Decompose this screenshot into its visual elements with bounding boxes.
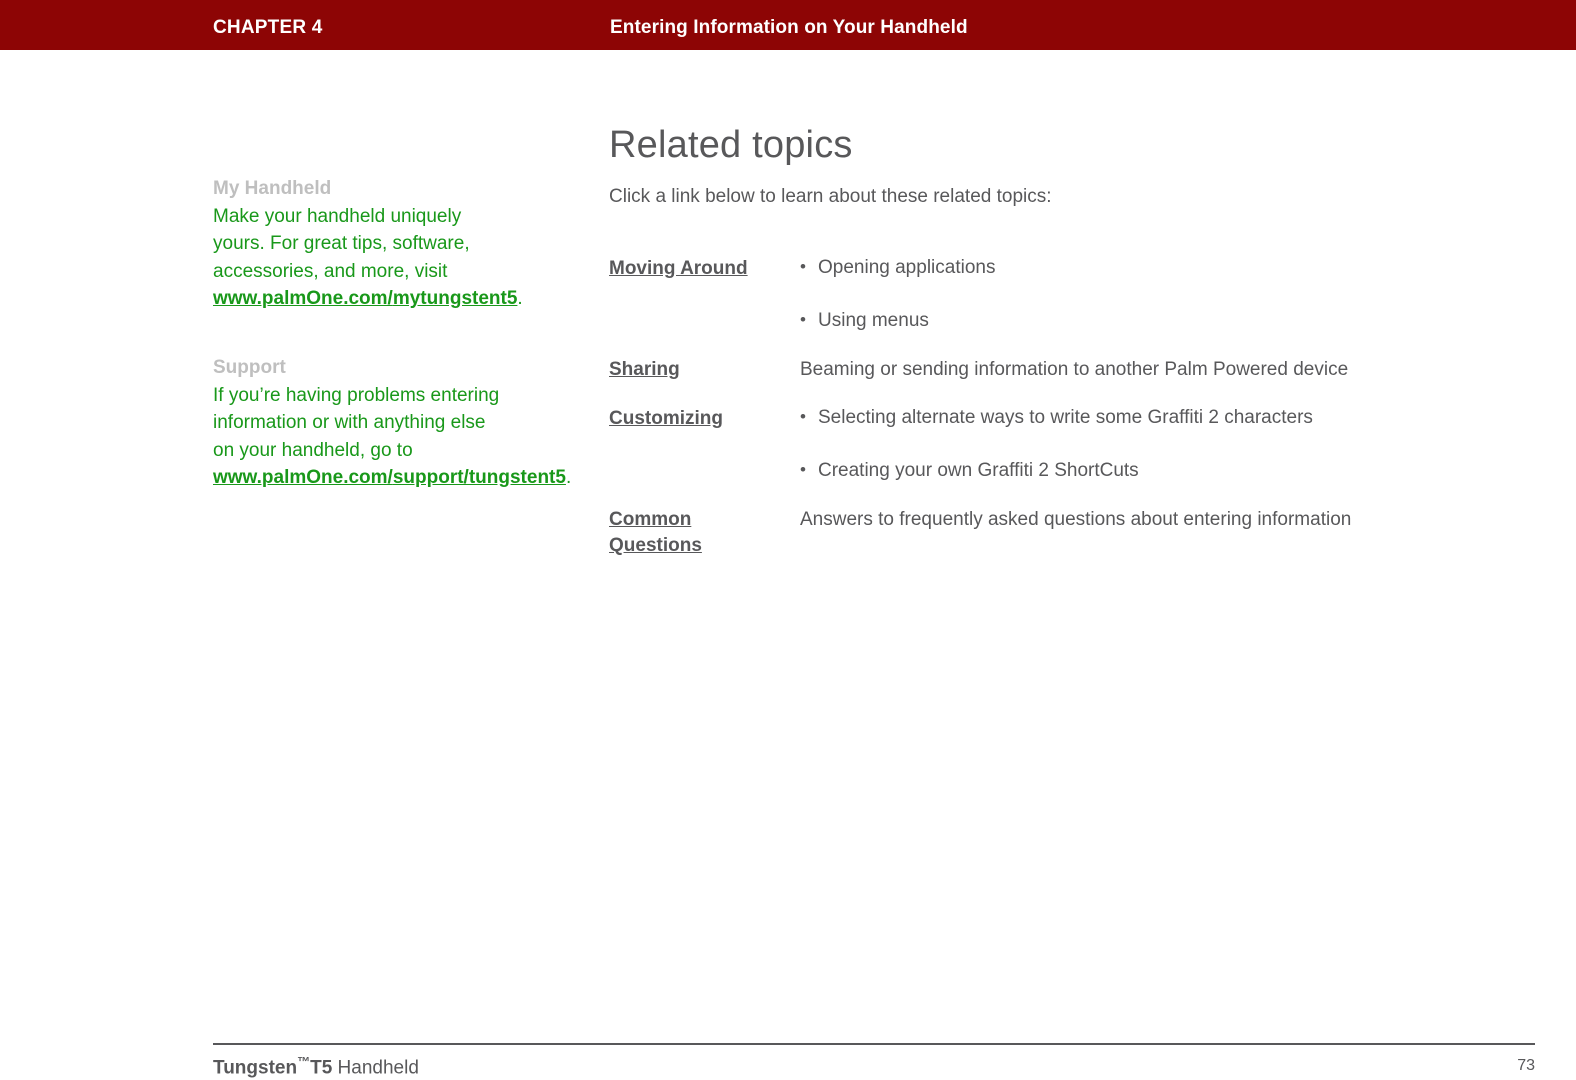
topic-link-customizing[interactable]: Customizing: [609, 405, 800, 432]
chapter-title: Entering Information on Your Handheld: [610, 17, 968, 38]
footer-product-name: Tungsten™T5 Handheld: [213, 1054, 419, 1079]
sidebar-block-my-handheld: My Handheld Make your handheld uniquely …: [213, 175, 523, 312]
topic-link-sharing[interactable]: Sharing: [609, 356, 800, 383]
topic-description: Opening applications Using menus: [800, 254, 1509, 334]
chapter-number-label: CHAPTER 4: [213, 17, 323, 38]
sidebar: My Handheld Make your handheld uniquely …: [213, 175, 571, 533]
sidebar-heading-my-handheld: My Handheld: [213, 178, 332, 199]
page-number: 73: [1517, 1057, 1535, 1074]
sidebar-body-my-handheld: Make your handheld uniquely yours. For g…: [213, 203, 523, 312]
sidebar-link-support-tungstent5-line1[interactable]: www.palmOne.com/: [213, 467, 393, 488]
topic-link-label-line2[interactable]: Questions: [609, 533, 702, 559]
topic-link-label-line1[interactable]: Common: [609, 507, 691, 533]
topic-description-text: Answers to frequently asked questions ab…: [800, 509, 1352, 530]
sidebar-body-period: .: [517, 287, 523, 309]
trademark-icon: ™: [297, 1054, 311, 1069]
sidebar-body-text: Make your handheld uniquely yours. For g…: [213, 206, 470, 282]
sidebar-body-support: If you’re having problems entering infor…: [213, 382, 571, 491]
list-item: Using menus: [800, 307, 1509, 334]
sidebar-body-period: .: [565, 467, 572, 489]
chapter-header-bar: CHAPTER 4 Entering Information on Your H…: [0, 0, 1576, 50]
topic-link-label[interactable]: Customizing: [609, 408, 723, 429]
sidebar-block-support: Support If you’re having problems enteri…: [213, 354, 571, 491]
table-row: Moving Around Opening applications Using…: [609, 254, 1509, 334]
list-item: Selecting alternate ways to write some G…: [800, 404, 1509, 431]
topic-description-text: Beaming or sending information to anothe…: [800, 359, 1349, 380]
footer-divider: [213, 1043, 1535, 1045]
intro-text: Click a link below to learn about these …: [609, 186, 1052, 207]
sidebar-link-mytungstent5-line2[interactable]: mytungstent5: [393, 288, 518, 309]
table-row: Customizing Selecting alternate ways to …: [609, 404, 1509, 484]
footer-kind: Handheld: [332, 1057, 419, 1079]
topic-description: Beaming or sending information to anothe…: [800, 356, 1509, 383]
table-row: Common Questions Answers to frequently a…: [609, 506, 1509, 559]
topic-link-common-questions[interactable]: Common Questions: [609, 506, 800, 559]
topic-link-moving-around[interactable]: Moving Around: [609, 255, 800, 282]
sidebar-link-support-tungstent5-line2[interactable]: support/tungstent5: [393, 467, 566, 488]
list-item: Creating your own Graffiti 2 ShortCuts: [800, 457, 1509, 484]
topic-description: Selecting alternate ways to write some G…: [800, 404, 1509, 484]
related-topics-table: Moving Around Opening applications Using…: [609, 254, 1509, 559]
main-content: Related topics Click a link below to lea…: [609, 122, 1509, 581]
sidebar-body-text: If you’re having problems entering infor…: [213, 385, 500, 461]
footer-content: Tungsten™T5 Handheld 73: [213, 1054, 1535, 1080]
footer-brand: Tungsten: [213, 1057, 298, 1079]
table-row: Sharing Beaming or sending information t…: [609, 356, 1509, 383]
list-item: Opening applications: [800, 254, 1509, 281]
sidebar-link-mytungstent5-line1[interactable]: www.palmOne.com/: [213, 288, 393, 309]
sidebar-heading-support: Support: [213, 357, 286, 379]
page-footer: Tungsten™T5 Handheld 73: [213, 1043, 1535, 1080]
topic-description: Answers to frequently asked questions ab…: [800, 506, 1509, 533]
bullet-list: Opening applications Using menus: [800, 254, 1509, 334]
bullet-list: Selecting alternate ways to write some G…: [800, 404, 1509, 484]
topic-link-label[interactable]: Sharing: [609, 359, 680, 380]
page-title: Related topics: [609, 124, 853, 166]
topic-link-label[interactable]: Moving Around: [609, 258, 748, 279]
footer-model: T5: [310, 1057, 333, 1079]
